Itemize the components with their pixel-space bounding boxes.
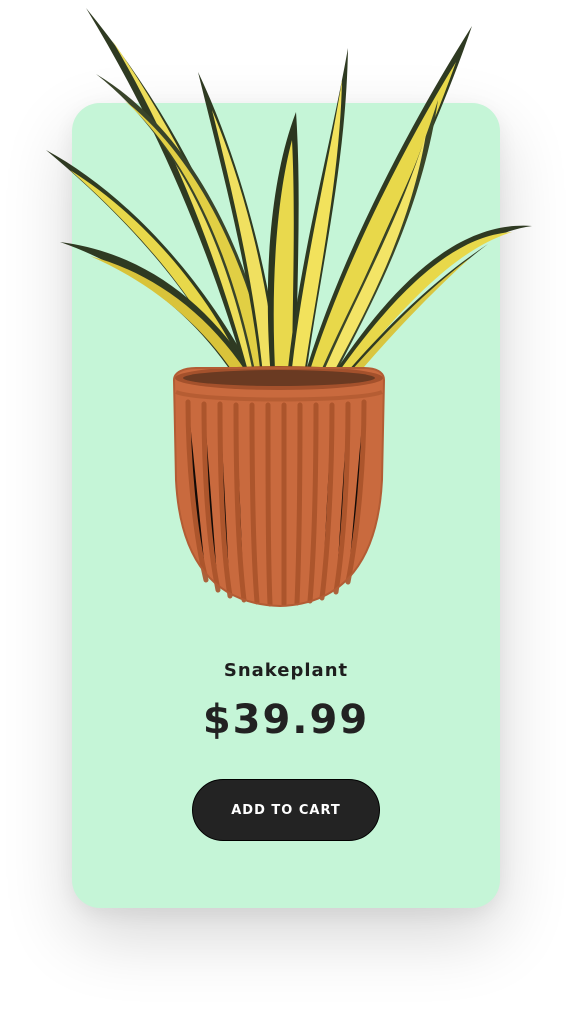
add-to-cart-button[interactable]: ADD TO CART (192, 779, 380, 841)
product-name: Snakeplant (223, 660, 349, 681)
product-price: $39.99 (202, 697, 370, 743)
